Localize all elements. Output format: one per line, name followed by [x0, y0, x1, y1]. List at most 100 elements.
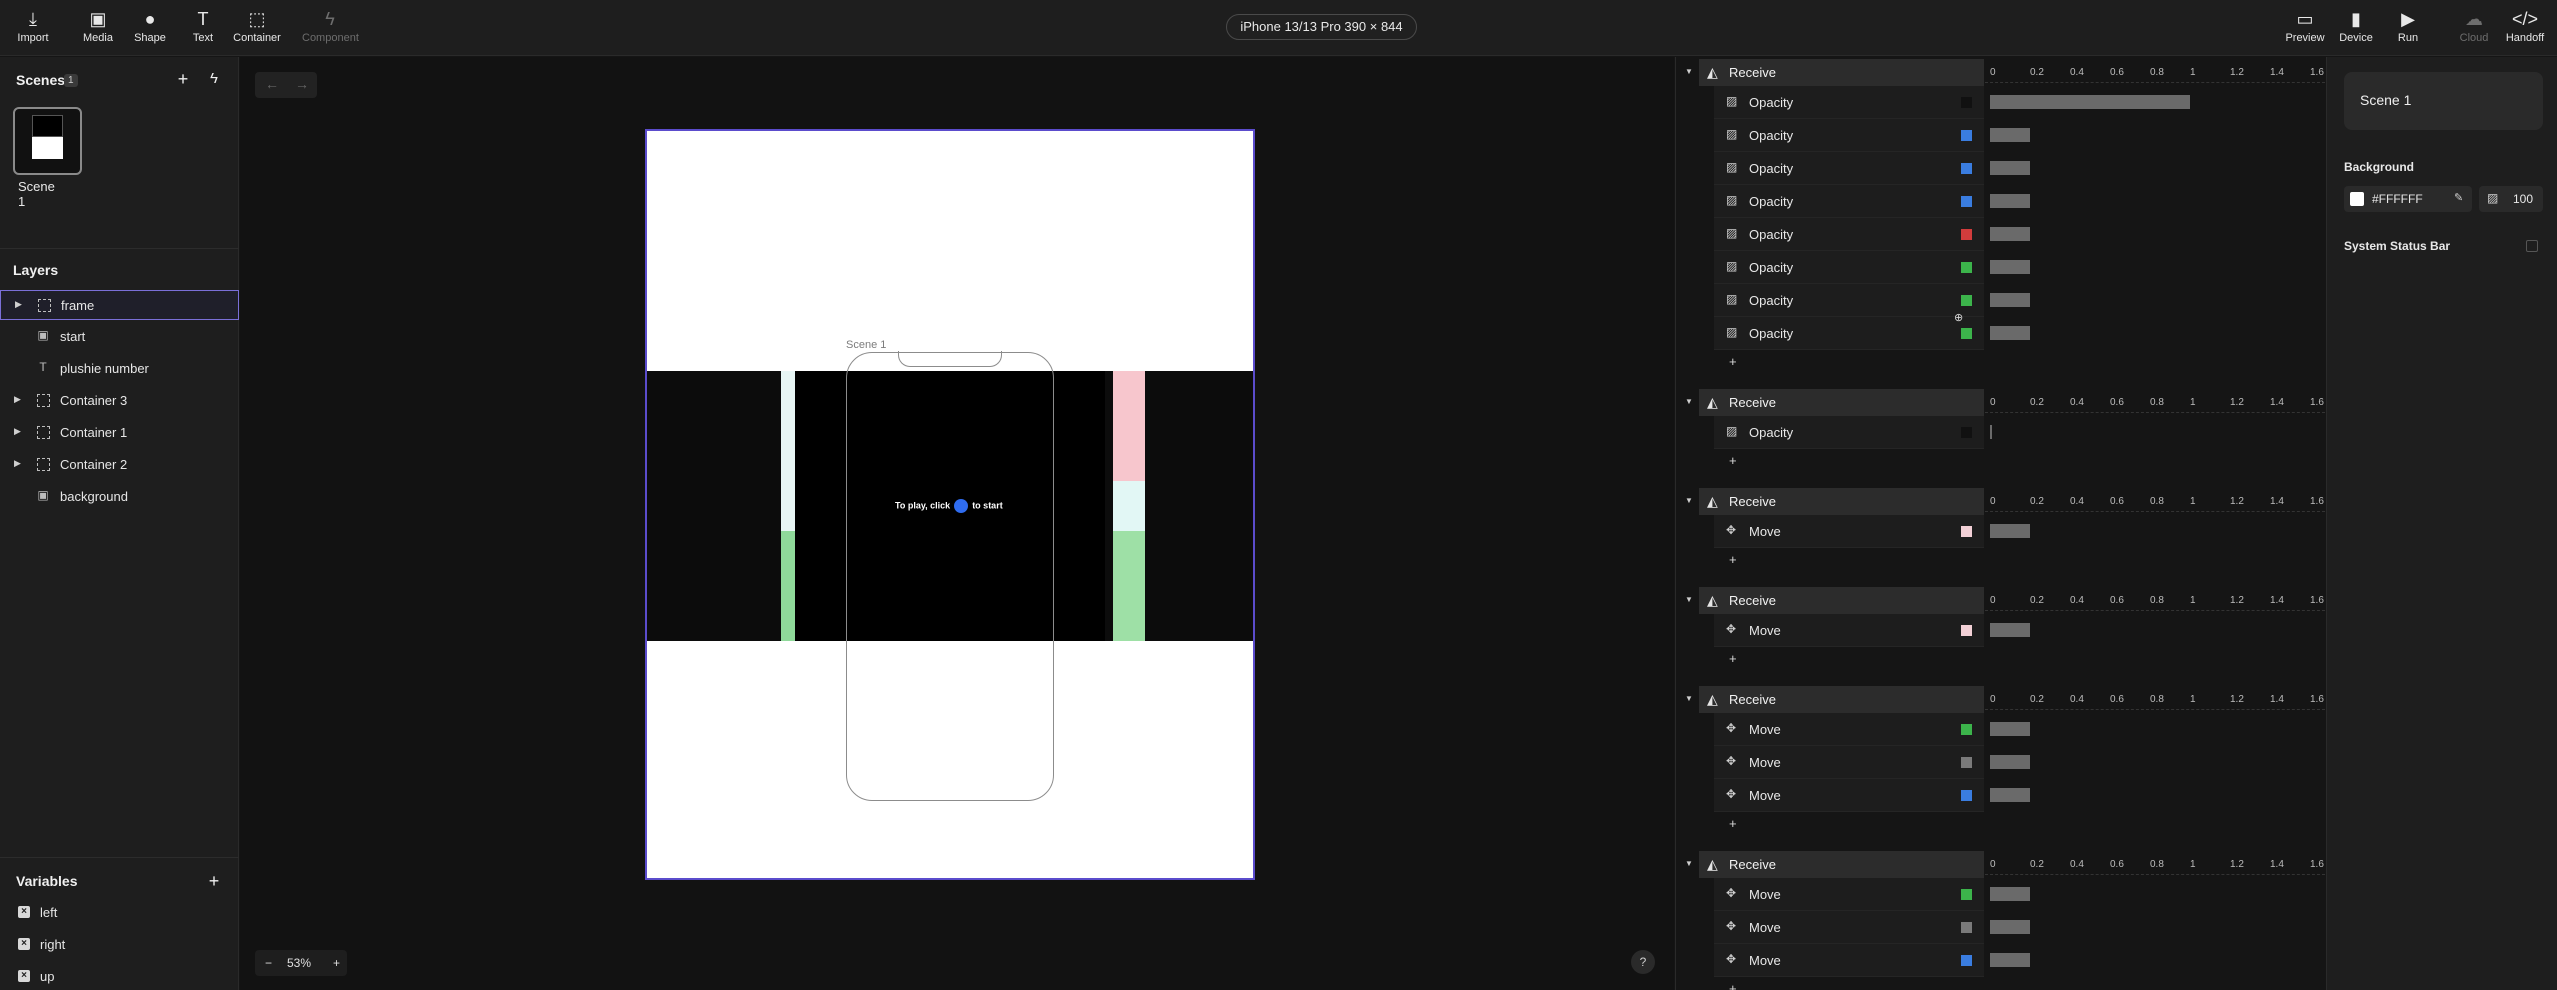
receive-trigger[interactable]: ▼ ◭ Receive — [1685, 587, 1984, 614]
timeline-bar[interactable] — [1990, 788, 2030, 802]
timeline-bar[interactable] — [1990, 524, 2030, 538]
shape-button[interactable]: ● Shape — [122, 8, 178, 44]
animation-row[interactable]: ▨ Opacity — [1714, 185, 1984, 218]
add-animation-button[interactable]: + — [1729, 552, 1737, 567]
add-target-icon[interactable]: ⊕ — [1954, 311, 1963, 324]
receive-trigger[interactable]: ▼ ◭ Receive — [1685, 59, 1984, 86]
add-animation-button[interactable]: + — [1729, 816, 1737, 831]
collapse-caret-icon[interactable]: ▼ — [1685, 694, 1693, 703]
animation-row[interactable]: ▨ Opacity — [1714, 152, 1984, 185]
animation-row[interactable]: ▨ Opacity — [1714, 251, 1984, 284]
collapse-caret-icon[interactable]: ▼ — [1685, 859, 1693, 868]
help-button[interactable]: ? — [1631, 950, 1655, 974]
time-tick: 1 — [2190, 496, 2196, 507]
variable-row[interactable]: × right — [0, 930, 239, 960]
forward-arrow-icon[interactable]: → — [295, 76, 309, 92]
animation-row[interactable]: ✥ Move — [1714, 779, 1984, 812]
animation-row[interactable]: ▨ Opacity — [1714, 218, 1984, 251]
zoom-level[interactable]: 53% — [287, 956, 311, 970]
scene-name-field[interactable]: Scene 1 — [2344, 72, 2543, 130]
expand-caret-icon[interactable]: ▶ — [14, 426, 21, 437]
timeline-bar[interactable] — [1990, 227, 2030, 241]
receive-trigger[interactable]: ▼ ◭ Receive — [1685, 488, 1984, 515]
text-button[interactable]: T Text — [175, 8, 231, 44]
layer-row[interactable]: ▶ Container 3 — [0, 386, 239, 416]
animation-row[interactable]: ✥ Move — [1714, 614, 1984, 647]
media-button[interactable]: ▣ Media — [70, 8, 126, 44]
timeline-bar[interactable] — [1990, 194, 2030, 208]
background-color-field[interactable]: #FFFFFF ✎ — [2344, 186, 2472, 212]
timeline-bar[interactable] — [1990, 887, 2030, 901]
timeline-bar[interactable] — [1990, 755, 2030, 769]
timeline-bar[interactable] — [1990, 326, 2030, 340]
timeline-bar[interactable] — [1990, 161, 2030, 175]
add-animation-button[interactable]: + — [1729, 981, 1737, 990]
preview-button[interactable]: ▭ Preview — [2277, 8, 2333, 44]
play-dot-icon[interactable] — [954, 499, 969, 513]
timeline-bar[interactable] — [1990, 953, 2030, 967]
animation-row[interactable]: ✥ Move — [1714, 515, 1984, 548]
add-animation-button[interactable]: + — [1729, 453, 1737, 468]
animation-row[interactable]: ✥ Move — [1714, 746, 1984, 779]
timeline-bar[interactable] — [1990, 623, 2030, 637]
timeline-bar[interactable] — [1990, 722, 2030, 736]
timeline-bar[interactable] — [1990, 425, 1992, 439]
timeline-bar[interactable] — [1990, 293, 2030, 307]
background-opacity-field[interactable]: ▨ 100 — [2479, 186, 2543, 212]
collapse-caret-icon[interactable]: ▼ — [1685, 595, 1693, 604]
layer-row[interactable]: Tplushie number — [0, 354, 239, 384]
layer-row[interactable]: ▶ Container 1 — [0, 418, 239, 448]
layer-row[interactable]: ▶ frame — [0, 290, 239, 320]
animation-row[interactable]: ▨ Opacity — [1714, 416, 1984, 449]
timeline-bar[interactable] — [1990, 128, 2030, 142]
animation-row[interactable]: ▨ Opacity — [1714, 86, 1984, 119]
container-button[interactable]: ⬚ Container — [229, 8, 285, 44]
timeline-bar[interactable] — [1990, 95, 2190, 109]
animation-row[interactable]: ✥ Move — [1714, 713, 1984, 746]
time-tick: 0.4 — [2070, 859, 2084, 870]
layer-name: start — [60, 329, 86, 344]
handoff-button[interactable]: </> Handoff — [2497, 8, 2553, 44]
layer-row[interactable]: ▣ start — [0, 322, 239, 352]
timeline-bar[interactable] — [1990, 260, 2030, 274]
expand-caret-icon[interactable]: ▶ — [14, 394, 21, 405]
animation-row[interactable]: ▨ Opacity — [1714, 317, 1984, 350]
animation-row[interactable]: ✥ Move — [1714, 878, 1984, 911]
run-button[interactable]: ▶ Run — [2380, 8, 2436, 44]
scene-thumbnail[interactable] — [13, 107, 82, 175]
zoom-in-button[interactable]: + — [333, 956, 340, 970]
device-selector[interactable]: iPhone 13/13 Pro 390 × 844 — [1226, 14, 1417, 40]
variable-row[interactable]: × up — [0, 962, 239, 990]
status-bar-checkbox[interactable] — [2526, 240, 2538, 252]
animation-row[interactable]: ▨ Opacity — [1714, 119, 1984, 152]
expand-caret-icon[interactable]: ▶ — [15, 299, 22, 310]
zoom-out-button[interactable]: − — [265, 956, 272, 970]
device-button[interactable]: ▮ Device — [2328, 8, 2384, 44]
layer-row[interactable]: ▣ background — [0, 482, 239, 512]
add-animation-button[interactable]: + — [1729, 651, 1737, 666]
receive-trigger[interactable]: ▼ ◭ Receive — [1685, 851, 1984, 878]
import-button[interactable]: ⤓ Import — [5, 8, 61, 44]
add-scene-button[interactable]: + — [174, 70, 192, 88]
animation-row[interactable]: ▨ Opacity — [1714, 284, 1984, 317]
expand-caret-icon[interactable]: ▶ — [14, 458, 21, 469]
animation-row[interactable]: ✥ Move — [1714, 944, 1984, 977]
collapse-caret-icon[interactable]: ▼ — [1685, 67, 1693, 76]
color-swatch[interactable] — [2350, 192, 2364, 206]
component-button[interactable]: ϟ Component — [302, 8, 359, 44]
collapse-caret-icon[interactable]: ▼ — [1685, 397, 1693, 406]
layer-row[interactable]: ▶ Container 2 — [0, 450, 239, 480]
receive-trigger[interactable]: ▼ ◭ Receive — [1685, 389, 1984, 416]
collapse-caret-icon[interactable]: ▼ — [1685, 496, 1693, 505]
move-icon: ✥ — [1726, 622, 1737, 636]
animation-row[interactable]: ✥ Move — [1714, 911, 1984, 944]
add-variable-button[interactable]: + — [205, 872, 223, 890]
back-arrow-icon[interactable]: ← — [265, 76, 279, 92]
cloud-button[interactable]: ☁ Cloud — [2446, 8, 2502, 44]
add-animation-button[interactable]: + — [1729, 354, 1737, 369]
timeline-bar[interactable] — [1990, 920, 2030, 934]
eyedropper-icon[interactable]: ✎ — [2454, 191, 2463, 204]
variable-row[interactable]: × left — [0, 898, 239, 928]
bolt-icon[interactable]: ϟ — [205, 70, 223, 88]
receive-trigger[interactable]: ▼ ◭ Receive — [1685, 686, 1984, 713]
